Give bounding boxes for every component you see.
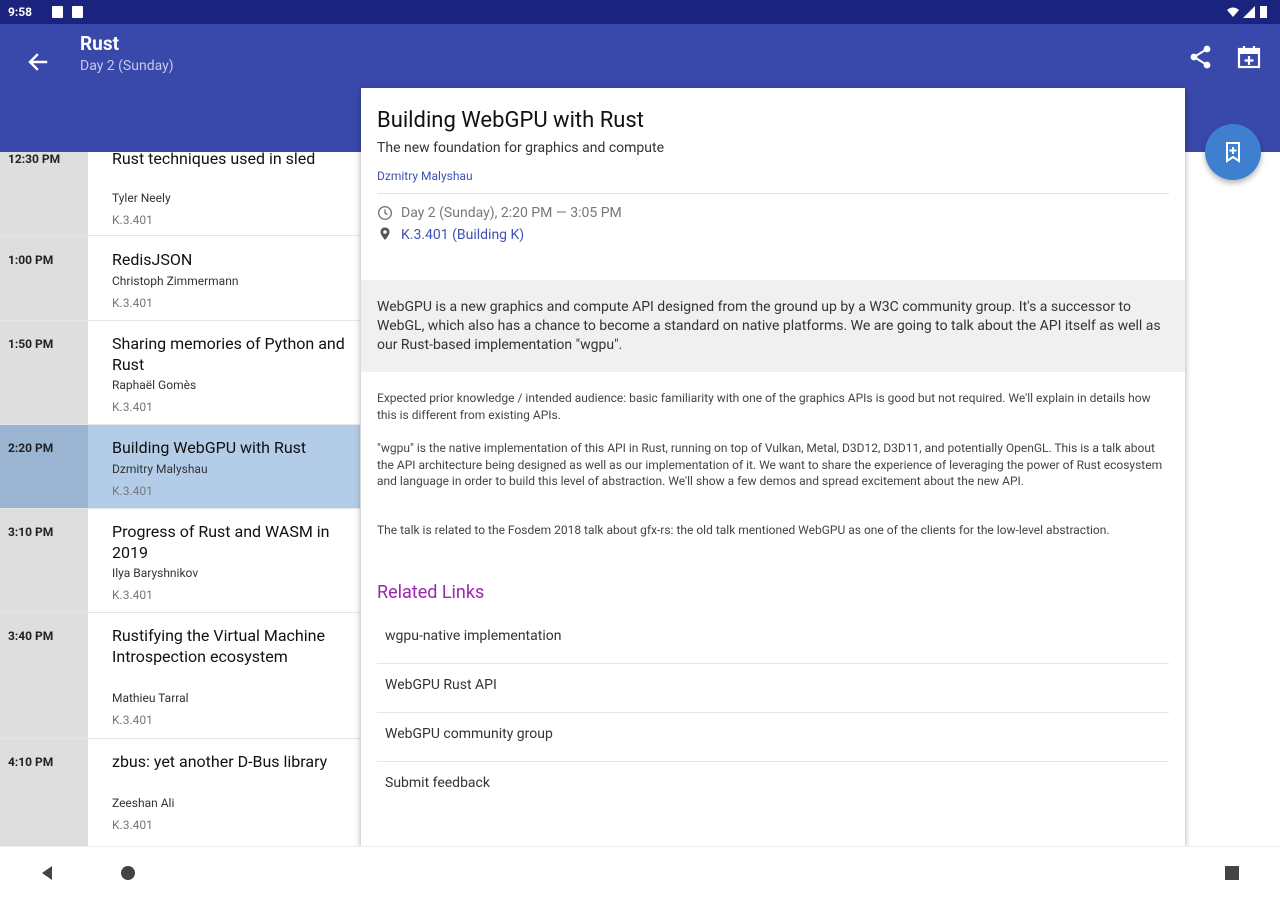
divider bbox=[377, 193, 1169, 194]
add-to-calendar-icon[interactable] bbox=[1234, 42, 1264, 72]
related-link-item[interactable]: WebGPU Rust API bbox=[377, 664, 1169, 713]
nav-recents-icon[interactable] bbox=[1224, 865, 1240, 881]
row-room: K.3.401 bbox=[112, 213, 153, 227]
location-pin-icon bbox=[380, 227, 390, 240]
bookmark-button[interactable] bbox=[1205, 124, 1261, 180]
related-link-item[interactable]: WebGPU community group bbox=[377, 713, 1169, 762]
page-title: Rust bbox=[80, 32, 120, 55]
row-speaker: Dzmitry Malyshau bbox=[112, 462, 208, 476]
event-datetime: Day 2 (Sunday), 2:20 PM — 3:05 PM bbox=[401, 205, 622, 221]
row-time: 3:40 PM bbox=[8, 629, 54, 643]
related-link-label: Submit feedback bbox=[385, 775, 490, 791]
schedule-list[interactable]: 12:30 PM Rust techniques used in sled Ty… bbox=[0, 152, 360, 846]
schedule-row[interactable]: 1:50 PM Sharing memories of Python and R… bbox=[0, 321, 360, 425]
row-time: 3:10 PM bbox=[8, 525, 54, 539]
row-title: Rust techniques used in sled bbox=[112, 152, 316, 168]
system-navigation-bar bbox=[0, 846, 1280, 900]
row-title: Building WebGPU with Rust bbox=[112, 438, 307, 457]
notification-icon bbox=[52, 6, 63, 18]
related-link-label: wgpu-native implementation bbox=[385, 628, 562, 644]
row-title: Rustifying the Virtual Machine Introspec… bbox=[112, 626, 325, 666]
row-title: Sharing memories of Python and Rust bbox=[112, 334, 345, 374]
event-title: Building WebGPU with Rust bbox=[377, 108, 644, 133]
schedule-row-selected[interactable]: 2:20 PM Building WebGPU with Rust Dzmitr… bbox=[0, 425, 360, 509]
schedule-row[interactable]: 4:10 PM zbus: yet another D-Bus library … bbox=[0, 739, 360, 846]
row-speaker: Mathieu Tarral bbox=[112, 691, 189, 705]
row-room: K.3.401 bbox=[112, 296, 153, 310]
row-room: K.3.401 bbox=[112, 484, 153, 498]
row-speaker: Tyler Neely bbox=[112, 191, 171, 205]
row-time: 12:30 PM bbox=[8, 152, 61, 166]
related-links-heading: Related Links bbox=[377, 582, 485, 603]
event-detail-card: Building WebGPU with Rust The new founda… bbox=[361, 88, 1185, 846]
event-description-3: The talk is related to the Fosdem 2018 t… bbox=[377, 523, 1110, 537]
nav-home-icon[interactable] bbox=[119, 864, 137, 882]
schedule-row[interactable]: 3:10 PM Progress of Rust and WASM in 201… bbox=[0, 509, 360, 613]
row-room: K.3.401 bbox=[112, 818, 153, 832]
row-time: 2:20 PM bbox=[8, 441, 54, 455]
schedule-row[interactable]: 1:00 PM RedisJSON Christoph Zimmermann K… bbox=[0, 237, 360, 321]
row-time: 1:50 PM bbox=[8, 337, 54, 351]
event-description-1: Expected prior knowledge / intended audi… bbox=[377, 391, 1151, 422]
submit-feedback-item[interactable]: Submit feedback bbox=[377, 762, 1169, 811]
row-title: zbus: yet another D-Bus library bbox=[112, 752, 328, 771]
row-speaker: Ilya Baryshnikov bbox=[112, 566, 199, 580]
event-room-link[interactable]: K.3.401 (Building K) bbox=[401, 227, 524, 243]
event-description-2: "wgpu" is the native implementation of t… bbox=[377, 441, 1163, 488]
row-speaker: Raphaël Gomès bbox=[112, 378, 197, 392]
event-speaker-link[interactable]: Dzmitry Malyshau bbox=[377, 169, 473, 183]
selected-time-highlight bbox=[0, 425, 88, 508]
nav-back-icon[interactable] bbox=[38, 864, 56, 882]
back-arrow-icon[interactable] bbox=[20, 44, 56, 80]
row-time: 4:10 PM bbox=[8, 755, 54, 769]
share-icon[interactable] bbox=[1186, 42, 1216, 72]
row-room: K.3.401 bbox=[112, 713, 153, 727]
schedule-row[interactable]: 3:40 PM Rustifying the Virtual Machine I… bbox=[0, 613, 360, 739]
sd-card-icon bbox=[72, 6, 83, 18]
status-time: 9:58 bbox=[8, 5, 33, 19]
row-title: Progress of Rust and WASM in 2019 bbox=[112, 522, 330, 562]
bookmark-icon bbox=[1226, 142, 1240, 163]
signal-battery-icon bbox=[1227, 6, 1267, 18]
schedule-row[interactable]: 12:30 PM Rust techniques used in sled Ty… bbox=[0, 152, 360, 236]
clock-icon bbox=[377, 205, 393, 221]
event-subtitle: The new foundation for graphics and comp… bbox=[377, 140, 664, 156]
event-abstract: WebGPU is a new graphics and compute API… bbox=[361, 280, 1185, 372]
status-bar: 9:58 bbox=[0, 0, 1280, 24]
row-room: K.3.401 bbox=[112, 588, 153, 602]
related-link-label: WebGPU Rust API bbox=[385, 677, 497, 693]
row-time: 1:00 PM bbox=[8, 253, 54, 267]
related-link-item[interactable]: wgpu-native implementation bbox=[377, 615, 1169, 664]
row-title: RedisJSON bbox=[112, 250, 193, 269]
row-room: K.3.401 bbox=[112, 400, 153, 414]
related-link-label: WebGPU community group bbox=[385, 726, 553, 742]
row-speaker: Zeeshan Ali bbox=[112, 796, 175, 810]
page-subtitle: Day 2 (Sunday) bbox=[80, 58, 174, 74]
row-speaker: Christoph Zimmermann bbox=[112, 274, 239, 288]
